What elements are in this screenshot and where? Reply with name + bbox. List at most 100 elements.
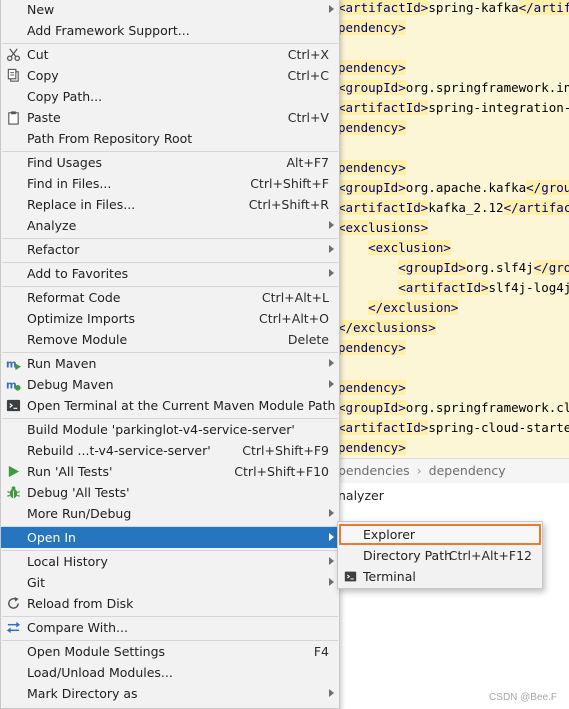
menu-item-label: Refactor [27, 242, 80, 257]
menu-item-debug-maven[interactable]: m Debug Maven [1, 374, 339, 395]
xml-text [338, 240, 368, 255]
menu-item-more-run-debug[interactable]: More Run/Debug [1, 503, 339, 524]
menu-item-label: Add Framework Support... [27, 23, 190, 38]
menu-item-label: Find in Files... [27, 176, 112, 191]
menu-item-shortcut: F4 [313, 644, 329, 659]
xml-text [338, 280, 398, 295]
menu-item-label: Copy Path... [27, 89, 103, 104]
code-line[interactable]: </exclusion> [338, 298, 459, 318]
xml-tag: <exclusion> [368, 240, 451, 255]
code-line[interactable]: <groupId>org.apache.kafka</groupI [338, 178, 569, 198]
menu-item-paste[interactable]: Paste Ctrl+V [1, 107, 339, 128]
submenu-item-directory-path[interactable]: Directory Path Ctrl+Alt+F12 [339, 545, 541, 566]
menu-item-reload-from-disk[interactable]: Reload from Disk [1, 593, 339, 614]
menu-item-refactor[interactable]: Refactor [1, 239, 339, 260]
menu-item-mark-directory-as[interactable]: Mark Directory as [1, 683, 339, 704]
xml-text: spring-kafka [428, 0, 519, 15]
xml-text [338, 260, 398, 275]
menu-item-reformat-code[interactable]: Reformat Code Ctrl+Alt+L [1, 287, 339, 308]
menu-item-label: Remove Module [27, 332, 128, 347]
xml-tag: </artifact [503, 200, 569, 215]
scissors-icon [6, 47, 21, 62]
xml-text: spring-cloud-starter- [428, 420, 569, 435]
menu-item-run-maven[interactable]: m Run Maven [1, 353, 339, 374]
open-in-submenu: Explorer Directory Path Ctrl+Alt+F12 Termin… [337, 521, 543, 589]
code-line[interactable]: <groupId>org.springframework.clou [338, 398, 569, 418]
menu-item-build-module[interactable]: Build Module 'parkinglot-v4-service-serv… [1, 419, 339, 440]
menu-item-compare-with[interactable]: Compare With... [1, 617, 339, 638]
menu-item-copy-path[interactable]: Copy Path... [1, 86, 339, 107]
submenu-item-label: Explorer [363, 527, 416, 542]
watermark: CSDN @Bee.F [489, 692, 557, 703]
menu-item-label: Add to Favorites [27, 266, 129, 281]
xml-text: org.apache.kafka [405, 180, 527, 195]
xml-tag: <groupId> [338, 400, 406, 415]
xml-tag: pendency> [338, 440, 406, 455]
menu-item-add-to-favorites[interactable]: Add to Favorites [1, 263, 339, 284]
svg-text:m: m [6, 358, 17, 370]
menu-item-load-unload-modules[interactable]: Load/Unload Modules... [1, 662, 339, 683]
code-line[interactable]: pendency> [338, 438, 406, 458]
menu-item-label: Load/Unload Modules... [27, 665, 173, 680]
menu-item-debug-all-tests[interactable]: Debug 'All Tests' [1, 482, 339, 503]
menu-item-cut[interactable]: Cut Ctrl+X [1, 44, 339, 65]
code-line[interactable]: <groupId>org.springframework.inte [338, 78, 569, 98]
code-line[interactable]: <exclusion> [338, 238, 451, 258]
menu-item-analyze[interactable]: Analyze [1, 215, 339, 236]
menu-item-label: Open Module Settings [27, 644, 166, 659]
menu-item-label: Find Usages [27, 155, 103, 170]
menu-item-add-framework-support[interactable]: Add Framework Support... [1, 20, 339, 41]
menu-item-label: Path From Repository Root [27, 131, 193, 146]
submenu-item-explorer[interactable]: Explorer [339, 524, 541, 545]
submenu-item-terminal[interactable]: Terminal [339, 566, 541, 587]
xml-tag: </group [533, 260, 569, 275]
menu-item-path-from-repository-root[interactable]: Path From Repository Root [1, 128, 339, 149]
submenu-arrow-icon [329, 380, 334, 388]
menu-item-open-module-settings[interactable]: Open Module Settings F4 [1, 641, 339, 662]
menu-item-rebuild[interactable]: Rebuild ...t-v4-service-server' Ctrl+Shif… [1, 440, 339, 461]
breadcrumb-item[interactable]: pendencies [338, 463, 410, 478]
analyzer-tab[interactable]: nalyzer [338, 483, 569, 509]
code-line[interactable]: pendency> [338, 338, 406, 358]
menu-item-copy[interactable]: Copy Ctrl+C [1, 65, 339, 86]
code-line[interactable]: <artifactId>spring-kafka</artifac [338, 0, 569, 18]
menu-item-label: Rebuild ...t-v4-service-server' [27, 443, 211, 458]
menu-item-label: Mark Directory as [27, 686, 138, 701]
menu-item-find-in-files[interactable]: Find in Files... Ctrl+Shift+F [1, 173, 339, 194]
context-menu: New Add Framework Support... Cut Ctrl+X Copy… [0, 0, 340, 709]
menu-item-git[interactable]: Git [1, 572, 339, 593]
menu-item-run-all-tests[interactable]: Run 'All Tests' Ctrl+Shift+F10 [1, 461, 339, 482]
xml-text: kafka_2.12 [428, 200, 504, 215]
code-line[interactable]: <artifactId>kafka_2.12</artifact [338, 198, 569, 218]
menu-item-shortcut: Alt+F7 [286, 155, 329, 170]
code-line[interactable]: <exclusions> [338, 218, 429, 238]
reload-icon [6, 596, 21, 611]
menu-item-remove-module[interactable]: Remove Module Delete [1, 329, 339, 350]
menu-item-open-in[interactable]: Open In [1, 527, 339, 548]
code-line[interactable]: <artifactId>slf4j-log4j12 [338, 278, 569, 298]
menu-item-replace-in-files[interactable]: Replace in Files... Ctrl+Shift+R [1, 194, 339, 215]
menu-item-label: Reload from Disk [27, 596, 134, 611]
xml-tag: <artifactId> [338, 100, 429, 115]
code-line[interactable]: pendency> [338, 378, 406, 398]
chevron-right-icon: › [416, 463, 422, 478]
compare-icon [6, 620, 21, 635]
code-line[interactable]: pendency> [338, 18, 406, 38]
menu-item-local-history[interactable]: Local History [1, 551, 339, 572]
code-line[interactable]: pendency> [338, 58, 406, 78]
xml-tag: </exclusion> [368, 300, 459, 315]
code-line[interactable]: <groupId>org.slf4j</group [338, 258, 569, 278]
code-line[interactable]: <artifactId>spring-integration-ka [338, 98, 569, 118]
submenu-arrow-icon [329, 578, 334, 586]
menu-item-find-usages[interactable]: Find Usages Alt+F7 [1, 152, 339, 173]
code-line[interactable]: pendency> [338, 158, 406, 178]
code-line[interactable]: </exclusions> [338, 318, 436, 338]
menu-item-open-terminal-maven[interactable]: Open Terminal at the Current Maven Modul… [1, 395, 339, 416]
menu-item-optimize-imports[interactable]: Optimize Imports Ctrl+Alt+O [1, 308, 339, 329]
menu-item-shortcut: Delete [287, 332, 329, 347]
code-line[interactable]: <artifactId>spring-cloud-starter- [338, 418, 569, 438]
breadcrumb: pendencies › dependency [338, 458, 569, 484]
menu-item-new[interactable]: New [1, 0, 339, 20]
code-line[interactable]: pendency> [338, 118, 406, 138]
breadcrumb-item[interactable]: dependency [429, 463, 506, 478]
